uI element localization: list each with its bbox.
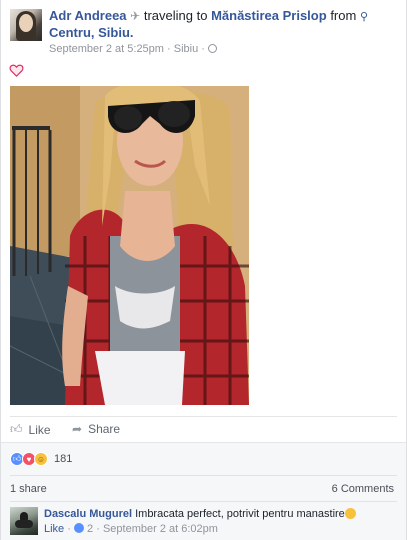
post-meta: September 2 at 5:25pm · Sibiu · (49, 42, 218, 56)
author-name[interactable]: Adr Andreea (49, 8, 127, 23)
from-text: from (330, 8, 357, 23)
post-header: Adr Andreea ✈ traveling to Mănăstirea Pr… (10, 8, 398, 58)
thumbs-up-icon: 👍︎ (10, 422, 23, 436)
activity-text: traveling to (143, 8, 208, 23)
like-label: Like (28, 422, 51, 437)
destination-link[interactable]: Mănăstirea Prislop (211, 8, 327, 23)
comment-likes-count[interactable]: 2 (87, 523, 93, 535)
feedback-section: 👍︎ ♥ ☺ 181 1 share 6 Comments Dascalu Mu… (1, 442, 406, 540)
avatar-face (19, 14, 33, 32)
comment-meta-dot-2: · (96, 523, 100, 535)
like-button[interactable]: 👍︎ Like (10, 422, 51, 437)
comment-body: Dascalu Mugurel Imbracata perfect, potri… (44, 507, 397, 521)
origin-link[interactable]: Centru, Sibiu. (49, 25, 134, 40)
airplane-icon: ✈ (130, 9, 141, 23)
post-card: Adr Andreea ✈ traveling to Mănăstirea Pr… (0, 0, 407, 540)
photo-image (10, 86, 249, 405)
globe-icon[interactable] (208, 44, 218, 53)
comment-meta-dot: · (67, 523, 71, 535)
comment-text: Imbracata perfect, potrivit pentru manas… (135, 508, 345, 520)
divider (10, 475, 397, 476)
comment-meta: Like · 2 · September 2 at 6:02pm (44, 522, 218, 536)
reactions-summary[interactable]: 👍︎ ♥ ☺ 181 (10, 451, 72, 467)
commenter-name[interactable]: Dascalu Mugurel (44, 508, 132, 520)
share-label: Share (88, 422, 121, 436)
comments-count[interactable]: 6 Comments (332, 483, 394, 495)
post-actions: 👍︎ Like ➦ Share (10, 416, 397, 440)
share-arrow-icon: ➦ (72, 422, 83, 436)
post-timestamp[interactable]: September 2 at 5:25pm (49, 43, 164, 55)
commenter-avatar[interactable] (10, 507, 38, 535)
share-button[interactable]: ➦ Share (72, 422, 120, 436)
comment-like-button[interactable]: Like (44, 523, 64, 535)
post-headline: Adr Andreea ✈ traveling to Mănăstirea Pr… (49, 8, 398, 41)
post-photo[interactable] (10, 86, 249, 405)
divider-2 (10, 501, 397, 502)
haha-reaction-icon: ☺ (34, 452, 48, 466)
smiley-icon (344, 508, 356, 519)
comment-item: Dascalu Mugurel Imbracata perfect, potri… (10, 507, 397, 539)
meta-separator: · (167, 43, 171, 55)
avatar-motorbike (15, 520, 33, 528)
post-location[interactable]: Sibiu (174, 43, 198, 55)
author-avatar[interactable] (10, 9, 42, 41)
meta-separator-2: · (201, 43, 205, 55)
comment-timestamp[interactable]: September 2 at 6:02pm (103, 523, 218, 535)
shares-count[interactable]: 1 share (10, 483, 47, 495)
comment-like-icon (73, 523, 84, 533)
reactions-count: 181 (54, 453, 73, 465)
heart-outline-icon[interactable] (9, 63, 24, 78)
location-pin-icon: ⚲ (359, 11, 368, 23)
